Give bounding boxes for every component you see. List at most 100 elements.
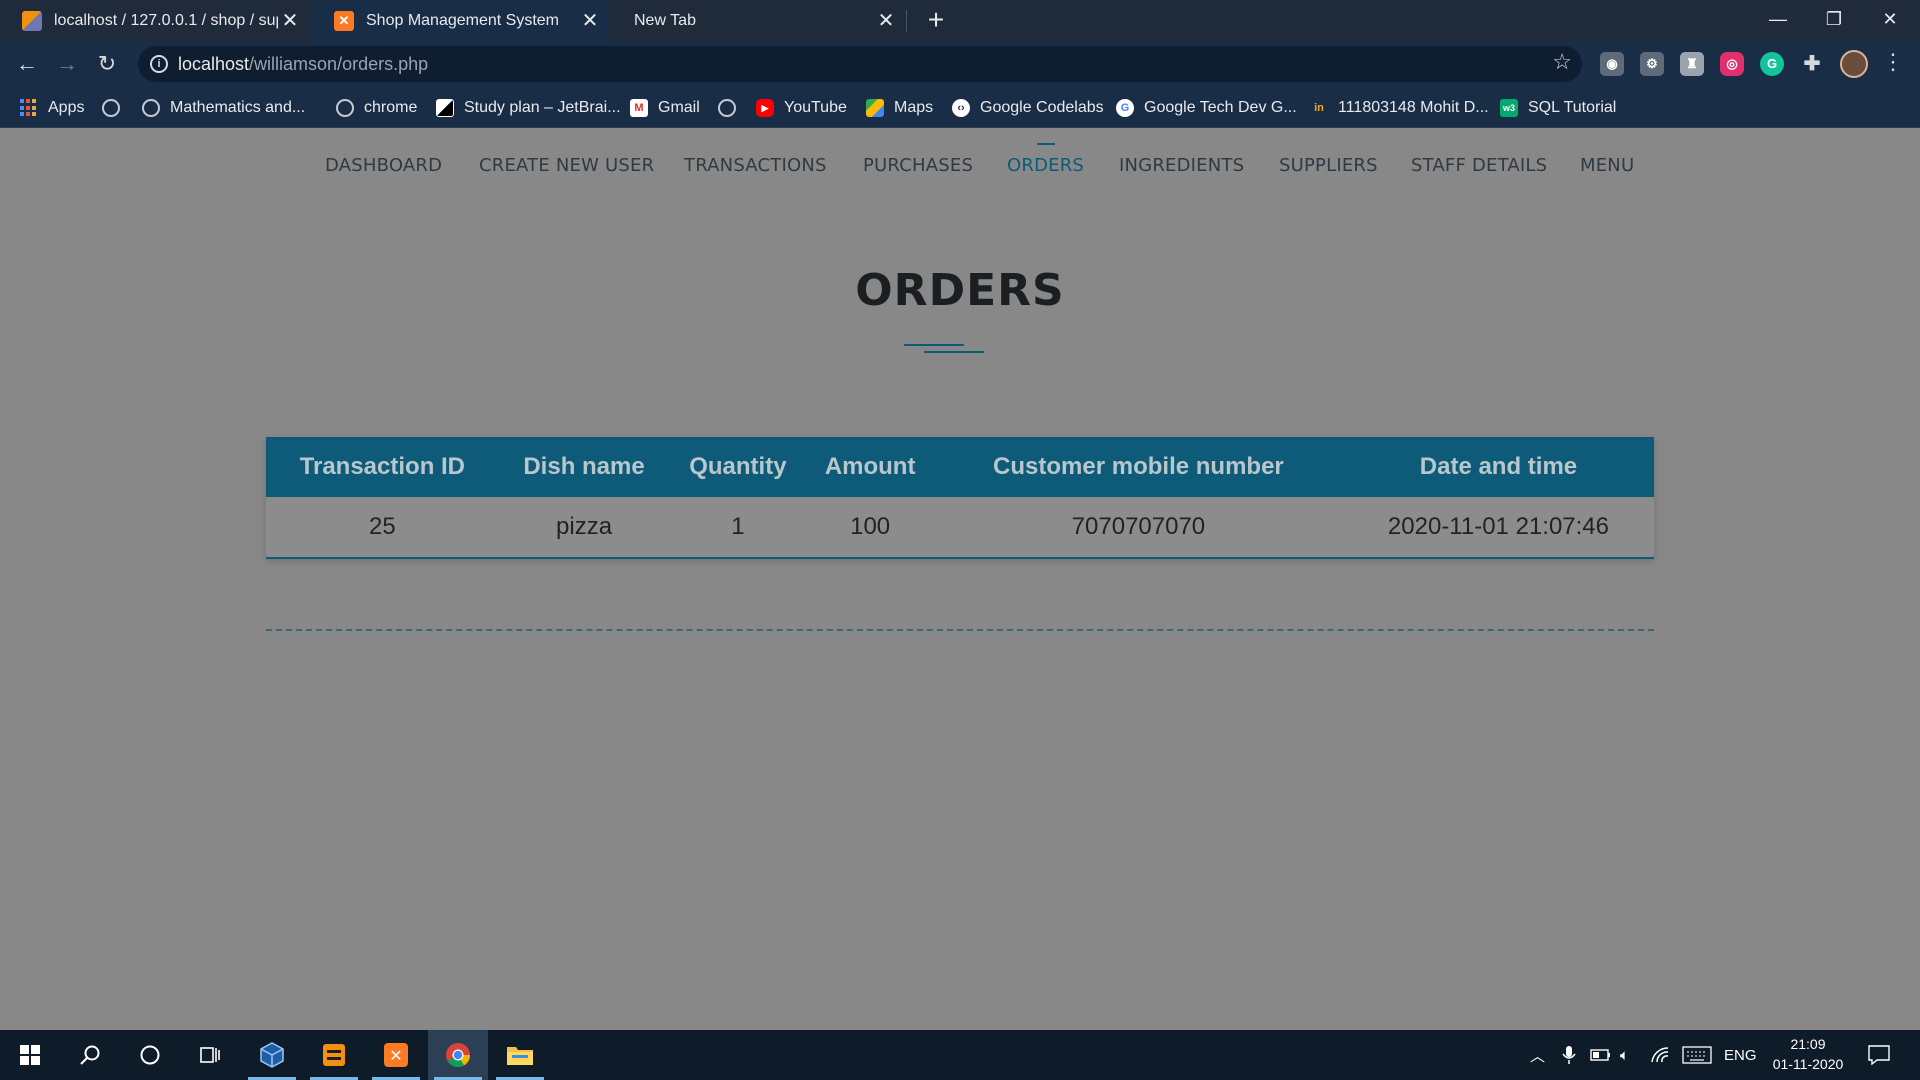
main-nav: DASHBOARD CREATE NEW USER TRANSACTIONS P… [0,129,1920,209]
nav-menu[interactable]: MENU [1580,155,1634,176]
language-indicator[interactable]: ENG [1724,1030,1757,1080]
extension-icon[interactable]: ♜ [1680,52,1704,76]
grammarly-extension-icon[interactable]: G [1760,52,1784,76]
bookmark-apps[interactable]: Apps [20,96,84,120]
tab-title: localhost / 127.0.0.1 / shop / sup [54,11,278,29]
orders-table: Transaction ID Dish name Quantity Amount… [266,437,1654,559]
youtube-icon: ▶ [756,99,774,117]
show-hidden-icons-icon[interactable]: ︿ [1530,1030,1545,1080]
bookmark-chrome[interactable]: chrome [336,96,417,120]
nav-orders[interactable]: ORDERS [1007,143,1084,176]
site-info-icon[interactable]: i [150,55,168,73]
cortana-icon[interactable] [120,1030,180,1080]
minimize-icon[interactable]: — [1750,0,1806,41]
window-close-icon[interactable]: ✕ [1862,0,1918,41]
page-title: ORDERS [855,265,1065,316]
sublime-icon[interactable] [304,1030,364,1080]
settings-extension-icon[interactable]: ⚙ [1640,52,1664,76]
puzzle-extensions-icon[interactable]: ✚ [1800,52,1824,76]
bookmark-gmail[interactable]: M Gmail [630,96,700,120]
windows-start-icon[interactable] [0,1030,60,1080]
cell-dish-name: pizza [498,497,670,559]
bookmark-mohit[interactable]: in 111803148 Mohit D... [1310,96,1489,120]
nav-purchases[interactable]: PURCHASES [863,155,973,176]
browser-tab-strip: localhost / 127.0.0.1 / shop / sup ✕ ✕ S… [0,0,1920,41]
forward-icon[interactable]: → [50,47,84,81]
google-icon: G [1116,99,1134,117]
bookmark-google-tech-dev[interactable]: G Google Tech Dev G... [1116,96,1297,120]
column-header-amount: Amount [806,437,934,497]
reload-icon[interactable]: ↻ [90,47,124,81]
close-icon[interactable]: ✕ [278,8,302,33]
virtualbox-icon[interactable] [242,1030,302,1080]
bookmark-jetbrains[interactable]: Study plan – JetBrai... [436,96,621,120]
globe-icon [718,99,736,117]
column-header-dish-name: Dish name [498,437,670,497]
tab-divider [906,10,907,32]
camera-extension-icon[interactable]: ◉ [1600,52,1624,76]
nav-staff-details[interactable]: STAFF DETAILS [1411,155,1547,176]
column-header-customer-mobile: Customer mobile number [933,437,1343,497]
battery-icon[interactable] [1590,1030,1612,1080]
bookmark-sql-tutorial[interactable]: w3 SQL Tutorial [1500,96,1616,120]
svg-text:✕: ✕ [389,1046,402,1065]
nav-ingredients[interactable]: INGREDIENTS [1119,155,1244,176]
system-clock[interactable]: 21:09 01-11-2020 [1764,1034,1852,1074]
bookmark-label: Apps [48,99,85,116]
microphone-icon[interactable] [1562,1030,1576,1080]
jetbrains-icon [436,99,454,117]
wifi-icon[interactable] [1650,1030,1670,1080]
bookmark-label: Gmail [658,99,700,116]
bookmark-label: SQL Tutorial [1528,99,1617,116]
keyboard-icon[interactable] [1682,1030,1712,1080]
url-text[interactable]: localhost/williamson/orders.php [178,54,428,75]
file-explorer-icon[interactable] [490,1030,550,1080]
bookmark-label: YouTube [784,99,847,116]
xampp-taskbar-icon[interactable]: ✕ [366,1030,426,1080]
codelabs-icon: ‹› [952,99,970,117]
nav-dashboard[interactable]: DASHBOARD [325,155,442,176]
windows-taskbar: ✕ ︿ 🔈︎ ENG 21:09 01-11-2020 [0,1030,1920,1080]
instagram-extension-icon[interactable]: ◎ [1720,52,1744,76]
table-header-row: Transaction ID Dish name Quantity Amount… [266,437,1654,497]
cell-customer-mobile: 7070707070 [933,497,1343,559]
close-icon[interactable]: ✕ [578,8,602,33]
clock-time: 21:09 [1790,1036,1826,1052]
volume-icon[interactable]: 🔈︎ [1620,1030,1629,1080]
bookmark-globe-2[interactable] [718,96,746,120]
url-host: localhost [178,54,250,74]
bookmark-youtube[interactable]: ▶ YouTube [756,96,847,120]
action-center-icon[interactable] [1868,1030,1890,1080]
coursera-icon: in [1314,102,1324,114]
bookmark-maps[interactable]: Maps [866,96,933,120]
address-bar[interactable]: i localhost/williamson/orders.php ☆ [138,46,1582,82]
new-tab-button[interactable]: + [920,4,952,36]
tab-phpmyadmin[interactable]: localhost / 127.0.0.1 / shop / sup ✕ [0,0,310,41]
nav-create-new-user[interactable]: CREATE NEW USER [479,155,654,176]
tab-title: New Tab [634,11,696,29]
close-icon[interactable]: ✕ [874,8,898,33]
bookmark-google-codelabs[interactable]: ‹› Google Codelabs [952,96,1104,120]
globe-icon [142,99,160,117]
search-icon[interactable] [60,1030,120,1080]
back-icon[interactable]: ← [10,47,44,81]
tab-shop-management[interactable]: ✕ Shop Management System ✕ [312,0,610,41]
nav-suppliers[interactable]: SUPPLIERS [1279,155,1378,176]
bookmark-label: Mathematics and... [170,99,306,116]
cell-amount: 100 [806,497,934,559]
page-content: DASHBOARD CREATE NEW USER TRANSACTIONS P… [0,129,1920,1029]
bookmark-globe[interactable] [102,96,130,120]
chrome-taskbar-icon[interactable] [428,1030,488,1080]
cell-date-time: 2020-11-01 21:07:46 [1342,497,1654,559]
column-header-quantity: Quantity [669,437,807,497]
restore-icon[interactable]: ❐ [1806,0,1862,41]
nav-transactions[interactable]: TRANSACTIONS [684,155,827,176]
bookmark-mathematics[interactable]: Mathematics and... [142,96,305,120]
tab-new-tab[interactable]: New Tab ✕ [612,0,906,41]
profile-avatar[interactable] [1840,50,1868,78]
title-underline [904,344,964,346]
title-underline-offset [924,351,984,353]
chrome-menu-icon[interactable]: ⋮ [1882,49,1904,75]
task-view-icon[interactable] [180,1030,240,1080]
bookmark-star-icon[interactable]: ☆ [1552,49,1572,75]
